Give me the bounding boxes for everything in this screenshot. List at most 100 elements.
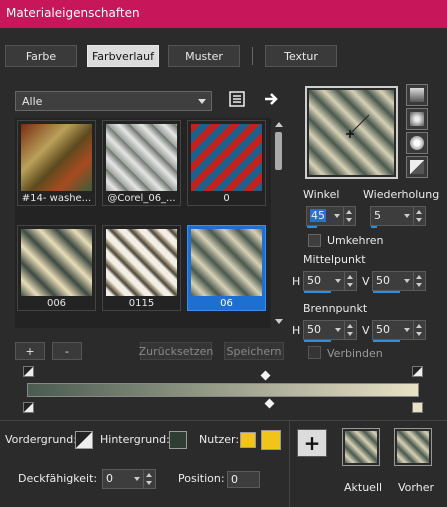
background-label: Hintergrund: (100, 433, 170, 446)
color-midpoint-handle[interactable] (264, 398, 275, 409)
current-swatch[interactable] (342, 428, 380, 466)
save-button[interactable]: Speichern (224, 342, 284, 360)
stepper-icon[interactable] (343, 207, 355, 225)
add-to-swatches-button[interactable]: + (297, 429, 327, 457)
center-v-slider[interactable] (373, 291, 400, 293)
chevron-down-icon[interactable] (333, 321, 343, 339)
previous-swatch[interactable] (394, 428, 432, 466)
position-input[interactable]: 0 (227, 471, 260, 488)
previous-label: Vorher (398, 481, 434, 494)
top-midpoint-handle[interactable] (260, 370, 271, 381)
angle-value: 45 (310, 209, 326, 222)
stepper-icon[interactable] (344, 272, 356, 290)
gradient-bar[interactable] (27, 383, 419, 397)
center-h-spinner[interactable]: 50 (303, 271, 357, 293)
top-start-marker[interactable] (23, 366, 34, 377)
tab-textur[interactable]: Textur (265, 45, 337, 67)
background-color-swatch[interactable] (169, 431, 187, 449)
repeat-spinner[interactable]: 5 (370, 206, 426, 228)
center-h-slider[interactable] (304, 291, 331, 293)
gradient-swatch (191, 124, 262, 191)
gradient-swatch (106, 124, 177, 191)
center-h-label: H (292, 275, 301, 288)
invert-checkbox[interactable] (308, 234, 321, 247)
scroll-up-icon[interactable] (275, 122, 283, 127)
link-checkbox[interactable] (308, 346, 321, 359)
center-v-label: V (362, 275, 370, 288)
top-end-marker[interactable] (412, 366, 423, 377)
rectangular-style-button[interactable] (406, 108, 428, 130)
gallery-item-selected[interactable]: 06 (187, 225, 266, 311)
tab-farbverlauf[interactable]: Farbverlauf (87, 45, 159, 67)
gallery-caption: @Corel_06_... (107, 193, 176, 204)
gallery-item[interactable]: @Corel_06_... (102, 120, 181, 206)
chevron-down-icon[interactable] (402, 207, 412, 225)
gallery-item[interactable]: #14- washe... (17, 120, 96, 206)
gradient-swatch (191, 229, 262, 296)
focus-v-spinner[interactable]: 50 (372, 320, 426, 342)
gradient-swatch (106, 229, 177, 296)
chevron-down-icon[interactable] (402, 272, 412, 290)
tab-muster[interactable]: Muster (168, 45, 240, 67)
gallery-caption: 006 (46, 298, 67, 309)
vertical-divider (289, 421, 290, 507)
radial-style-button[interactable] (406, 132, 428, 154)
angle-spinner[interactable]: 45 (306, 206, 356, 228)
center-v-value: 50 (376, 274, 390, 287)
focus-v-slider[interactable] (373, 340, 400, 342)
chevron-down-icon[interactable] (402, 321, 412, 339)
scroll-down-icon[interactable] (275, 319, 283, 324)
center-h-value: 50 (307, 274, 321, 287)
stepper-icon[interactable] (344, 321, 356, 339)
repeat-slider[interactable] (371, 226, 377, 228)
focus-h-slider[interactable] (304, 340, 331, 342)
chevron-down-icon[interactable] (132, 470, 142, 488)
gallery-item[interactable]: 0115 (102, 225, 181, 311)
gradient-gallery: #14- washe... @Corel_06_... 0 006 0115 0… (15, 118, 271, 328)
user-color-swatch[interactable] (240, 432, 256, 448)
tab-divider (252, 47, 253, 65)
repeat-label: Wiederholung (363, 188, 440, 201)
focus-v-value: 50 (376, 323, 390, 336)
chevron-down-icon[interactable] (333, 272, 343, 290)
gallery-caption: 0115 (128, 298, 155, 309)
reset-button[interactable]: Zurücksetzen (139, 342, 213, 360)
link-label: Verbinden (327, 347, 383, 360)
focus-h-value: 50 (307, 323, 321, 336)
linear-style-button[interactable] (406, 84, 428, 106)
linear-style-icon (410, 88, 424, 102)
foreground-label: Vordergrund: (5, 433, 77, 446)
category-dropdown[interactable]: Alle (15, 91, 212, 111)
stepper-icon[interactable] (413, 272, 425, 290)
stepper-icon[interactable] (413, 207, 425, 225)
center-v-spinner[interactable]: 50 (372, 271, 426, 293)
angle-slider[interactable] (307, 226, 317, 228)
gallery-item[interactable]: 0 (187, 120, 266, 206)
start-color-stop[interactable] (23, 402, 34, 413)
gradient-preview[interactable] (305, 86, 398, 179)
stepper-icon[interactable] (413, 321, 425, 339)
sunburst-style-button[interactable] (406, 156, 428, 178)
window-title: Materialeigenschaften (6, 6, 140, 20)
user-color-swatch-large[interactable] (261, 430, 281, 450)
focus-h-spinner[interactable]: 50 (303, 320, 357, 342)
menu-list-icon[interactable] (229, 91, 245, 107)
remove-gradient-button[interactable]: - (52, 342, 82, 360)
foreground-color-swatch[interactable] (75, 431, 93, 449)
title-bar: Materialeigenschaften (0, 0, 447, 28)
arrow-right-icon[interactable] (263, 91, 279, 107)
add-gradient-button[interactable]: + (15, 342, 45, 360)
scroll-thumb[interactable] (275, 132, 282, 170)
stepper-icon[interactable] (143, 470, 155, 488)
gallery-scrollbar[interactable] (272, 118, 285, 328)
opacity-spinner[interactable]: 0 (102, 469, 156, 489)
angle-handle-icon[interactable] (307, 88, 396, 177)
tab-farbe[interactable]: Farbe (5, 45, 77, 67)
gradient-swatch (21, 229, 92, 296)
gallery-item[interactable]: 006 (17, 225, 96, 311)
chevron-down-icon[interactable] (332, 207, 342, 225)
focus-h-label: H (292, 324, 301, 337)
end-color-stop[interactable] (412, 402, 423, 413)
current-label: Aktuell (344, 481, 383, 494)
sunburst-style-icon (410, 160, 424, 174)
